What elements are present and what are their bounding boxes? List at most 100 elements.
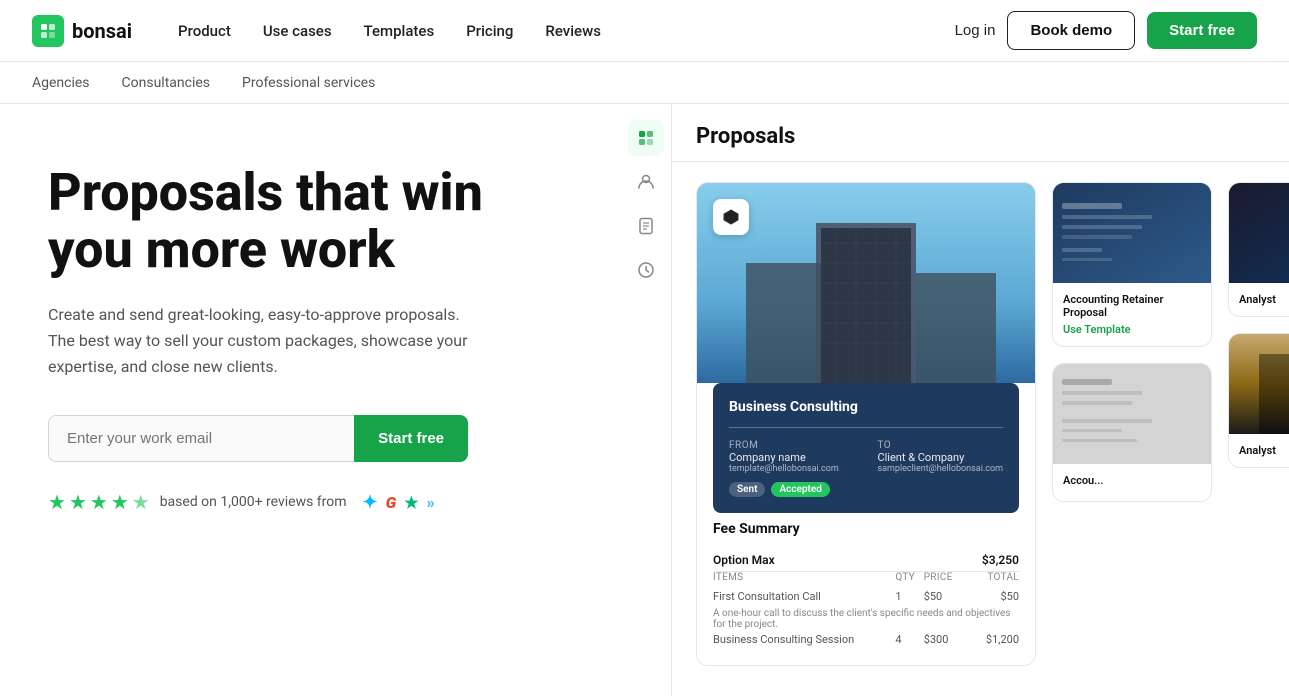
login-button[interactable]: Log in	[955, 22, 996, 39]
book-demo-button[interactable]: Book demo	[1007, 11, 1135, 50]
analyst-card-1[interactable]: Analyst	[1228, 182, 1289, 317]
start-free-button-nav[interactable]: Start free	[1147, 12, 1257, 49]
to-company: Client & Company	[877, 451, 1003, 464]
template-card-accou[interactable]: Accou...	[1052, 363, 1212, 502]
sidebar-icon-document[interactable]	[628, 208, 664, 244]
app-panel-title: Proposals	[696, 124, 1265, 149]
fee-row1-qty: 1	[895, 587, 923, 606]
building-card-body: Analyst	[1229, 434, 1289, 467]
fee-summary-title: Fee Summary	[713, 521, 1019, 537]
logo[interactable]: bonsai	[32, 15, 132, 47]
nav-item-pricing[interactable]: Pricing	[452, 14, 527, 48]
from-label: FROM	[729, 440, 839, 451]
subnav-item-agencies[interactable]: Agencies	[32, 62, 106, 103]
fee-row1-total: $50	[965, 587, 1019, 606]
hero-title: Proposals that win you more work	[48, 164, 572, 278]
to-email: sampleclient@hellobonsai.com	[877, 464, 1003, 474]
nav-links: Product Use cases Templates Pricing Revi…	[164, 14, 955, 48]
template-card-accounting-body: Accounting Retainer Proposal Use Templat…	[1053, 283, 1211, 346]
fee-summary-section: Fee Summary Option Max $3,250 ITEMS QTY	[697, 521, 1035, 665]
proposal-addresses: FROM Company name template@hellobonsai.c…	[729, 440, 1003, 474]
g2-icon: G	[386, 493, 397, 512]
proposal-status: Sent Accepted	[729, 482, 1003, 497]
col-qty: QTY	[895, 572, 923, 588]
star-4: ★	[111, 490, 129, 514]
template-card-accou-body: Accou...	[1053, 464, 1211, 501]
proposal-from: FROM Company name template@hellobonsai.c…	[729, 440, 839, 474]
star-2: ★	[69, 490, 87, 514]
fee-option-row: Option Max $3,250	[713, 549, 1019, 572]
proposal-info-block: Business Consulting FROM Company name te…	[713, 383, 1019, 513]
proposals-grid: Business Consulting FROM Company name te…	[672, 162, 1289, 686]
nav-actions: Log in Book demo Start free	[955, 11, 1257, 50]
star-5-half: ★	[132, 490, 150, 514]
fee-row1-price: $50	[924, 587, 966, 606]
nav-item-reviews[interactable]: Reviews	[531, 14, 615, 48]
subnav-item-consultancies[interactable]: Consultancies	[106, 62, 226, 103]
analyst-card-body: Analyst	[1229, 283, 1289, 316]
hero-subtitle: Create and send great-looking, easy-to-a…	[48, 302, 468, 379]
template-card-accounting-img	[1053, 183, 1211, 283]
proposal-logo-overlay	[713, 199, 749, 235]
app-header: Proposals	[672, 104, 1289, 162]
subnav: Agencies Consultancies Professional serv…	[0, 62, 1289, 104]
right-panel: Proposals	[620, 104, 1289, 696]
to-label: TO	[877, 440, 1003, 451]
far-right-cards: Analyst	[1228, 182, 1289, 666]
analyst-card-2-title: Analyst	[1239, 444, 1289, 457]
analyst-card-img	[1229, 183, 1289, 283]
building-card-img	[1229, 334, 1289, 434]
reviews-text: based on 1,000+ reviews from	[160, 494, 347, 510]
main-content: Proposals that win you more work Create …	[0, 104, 1289, 696]
right-cards-column: Accounting Retainer Proposal Use Templat…	[1052, 182, 1212, 666]
star-rating: ★ ★ ★ ★ ★	[48, 490, 150, 514]
col-total: TOTAL	[965, 572, 1019, 588]
navbar: bonsai Product Use cases Templates Prici…	[0, 0, 1289, 62]
col-price: PRICE	[924, 572, 966, 588]
email-form: Start free	[48, 415, 468, 462]
sidebar-icon-clock[interactable]	[628, 252, 664, 288]
proposal-card-title: Business Consulting	[729, 399, 1003, 415]
col-items: ITEMS	[713, 572, 895, 588]
fee-row1-note-row: A one-hour call to discuss the client's …	[713, 606, 1019, 630]
fee-row-1: First Consultation Call 1 $50 $50	[713, 587, 1019, 606]
fee-header-row: ITEMS QTY PRICE TOTAL	[713, 572, 1019, 588]
capterra-icon: ✦	[363, 492, 378, 513]
subnav-item-professional-services[interactable]: Professional services	[226, 62, 391, 103]
start-free-button-hero[interactable]: Start free	[354, 415, 468, 462]
fee-row2-label: Business Consulting Session	[713, 630, 895, 649]
hero-section: Proposals that win you more work Create …	[0, 104, 620, 696]
sidebar-icon-grid[interactable]	[628, 120, 664, 156]
proposal-card-image	[697, 183, 1035, 383]
star-3: ★	[90, 490, 108, 514]
template-card-accounting-title: Accounting Retainer Proposal	[1063, 293, 1201, 319]
fee-row2-total: $1,200	[965, 630, 1019, 649]
app-content: Proposals	[672, 104, 1289, 696]
sidebar-icon-user[interactable]	[628, 164, 664, 200]
nav-item-product[interactable]: Product	[164, 14, 245, 48]
proposal-divider	[729, 427, 1003, 428]
from-company: Company name	[729, 451, 839, 464]
fee-row1-label: First Consultation Call	[713, 587, 895, 606]
logo-icon	[32, 15, 64, 47]
logo-text: bonsai	[72, 19, 132, 43]
status-sent: Sent	[729, 482, 765, 497]
fee-option-price: $3,250	[965, 549, 1019, 572]
fee-row2-qty: 4	[895, 630, 923, 649]
status-accepted: Accepted	[771, 482, 829, 497]
proposal-card-main: Business Consulting FROM Company name te…	[696, 182, 1036, 666]
use-template-link-1[interactable]: Use Template	[1063, 323, 1201, 336]
building-card[interactable]: Analyst	[1228, 333, 1289, 468]
email-input[interactable]	[48, 415, 354, 462]
star-1: ★	[48, 490, 66, 514]
nav-item-templates[interactable]: Templates	[350, 14, 449, 48]
fee-table: Option Max $3,250 ITEMS QTY PRICE TOTAL	[713, 549, 1019, 649]
trustpilot-icon: ★	[404, 493, 418, 512]
fee-option-label: Option Max	[713, 549, 895, 572]
review-logos: ✦ G ★ »	[363, 492, 435, 513]
template-card-accounting[interactable]: Accounting Retainer Proposal Use Templat…	[1052, 182, 1212, 347]
nav-item-use-cases[interactable]: Use cases	[249, 14, 346, 48]
reviews-row: ★ ★ ★ ★ ★ based on 1,000+ reviews from ✦…	[48, 490, 572, 514]
template-card-accou-img	[1053, 364, 1211, 464]
proposal-to: TO Client & Company sampleclient@hellobo…	[877, 440, 1003, 474]
